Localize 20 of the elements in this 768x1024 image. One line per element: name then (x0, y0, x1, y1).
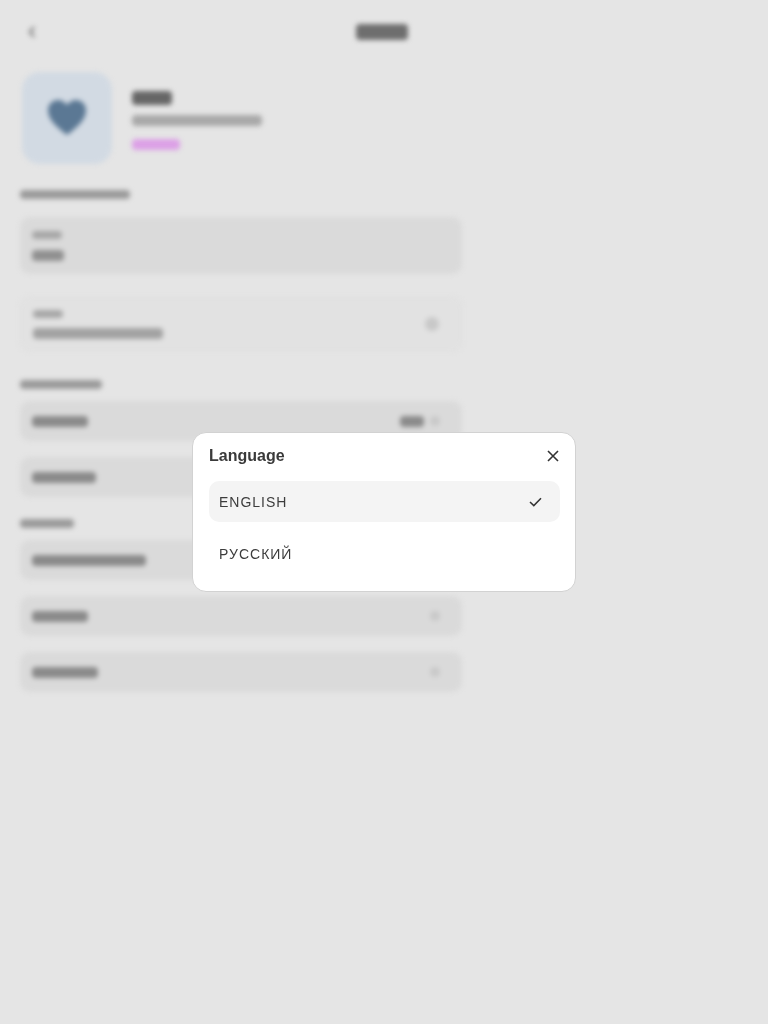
blurred-text (32, 415, 88, 427)
blurred-text (20, 519, 74, 528)
blurred-text (32, 230, 62, 239)
blurred-text (400, 415, 424, 427)
heart-icon (47, 100, 87, 136)
back-chevron-icon (28, 26, 36, 38)
language-option[interactable]: РУССКИЙ (209, 533, 560, 574)
blurred-text (356, 24, 408, 40)
blurred-icon (425, 317, 439, 331)
blurred-text (132, 91, 172, 105)
check-icon (529, 496, 542, 507)
blurred-text (32, 666, 98, 678)
language-option[interactable]: ENGLISH (209, 481, 560, 522)
close-icon[interactable] (547, 450, 559, 462)
blurred-text (132, 139, 180, 150)
blurred-text (32, 249, 64, 261)
blurred-text (32, 471, 96, 483)
blurred-text (33, 309, 63, 318)
dialog-title: Language (209, 447, 285, 465)
blurred-text (32, 610, 88, 622)
